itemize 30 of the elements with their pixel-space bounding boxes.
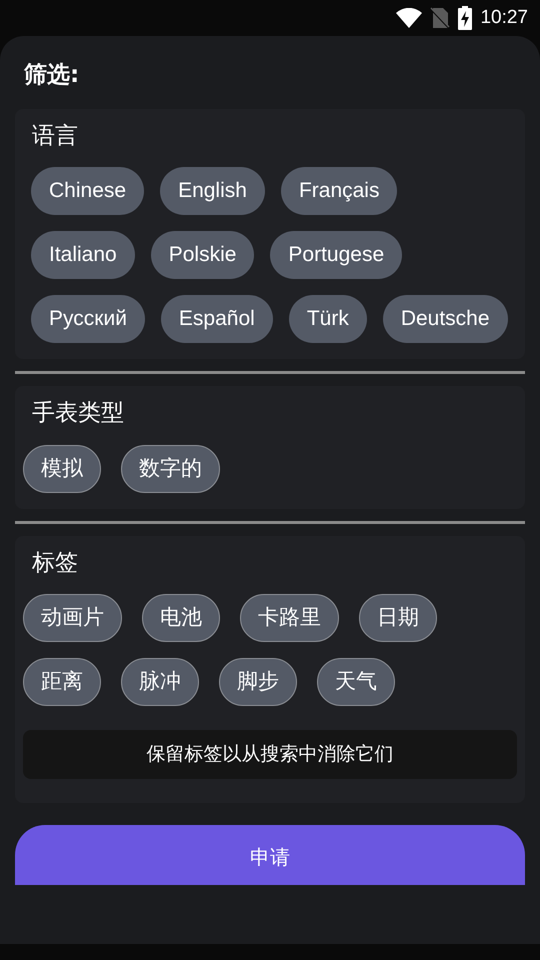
- filter-chip[interactable]: Türk: [288, 295, 367, 343]
- filter-chip[interactable]: English: [160, 167, 265, 215]
- filter-chip[interactable]: 距离: [23, 658, 101, 706]
- clock-time: 10:27: [480, 6, 528, 30]
- apply-button[interactable]: 申请: [15, 824, 525, 884]
- filter-chip[interactable]: Русский: [31, 295, 145, 343]
- filter-chip[interactable]: Español: [160, 295, 273, 343]
- filter-chip[interactable]: Portugese: [270, 231, 402, 279]
- filter-chip[interactable]: 日期: [359, 594, 437, 642]
- filter-chip[interactable]: 动画片: [23, 594, 122, 642]
- section-heading: 标签: [31, 548, 79, 578]
- no-sim-icon: [430, 7, 450, 29]
- section-heading: 语言: [31, 122, 79, 150]
- wifi-icon: [396, 8, 422, 28]
- filter-chip[interactable]: 数字的: [121, 444, 220, 492]
- filter-chip[interactable]: Italiano: [31, 231, 135, 279]
- filter-chip[interactable]: 脚步: [219, 658, 297, 706]
- section-heading: 手表类型: [31, 399, 125, 428]
- battery-charging-icon: [458, 6, 472, 30]
- filter-chip[interactable]: Deutsche: [382, 295, 508, 343]
- filter-chip[interactable]: 天气: [317, 658, 395, 706]
- filter-chip[interactable]: Polskie: [150, 231, 254, 279]
- filter-chip[interactable]: 模拟: [23, 444, 101, 492]
- dialog-title: 筛选:: [23, 61, 80, 90]
- hint-text: 保留标签以从搜索中消除它们: [23, 730, 517, 778]
- filter-chip[interactable]: 卡路里: [240, 594, 339, 642]
- filter-chip[interactable]: 脉冲: [121, 658, 199, 706]
- filter-chip[interactable]: 电池: [142, 594, 220, 642]
- filter-chip[interactable]: Français: [280, 167, 398, 215]
- filter-chip[interactable]: Chinese: [31, 167, 144, 215]
